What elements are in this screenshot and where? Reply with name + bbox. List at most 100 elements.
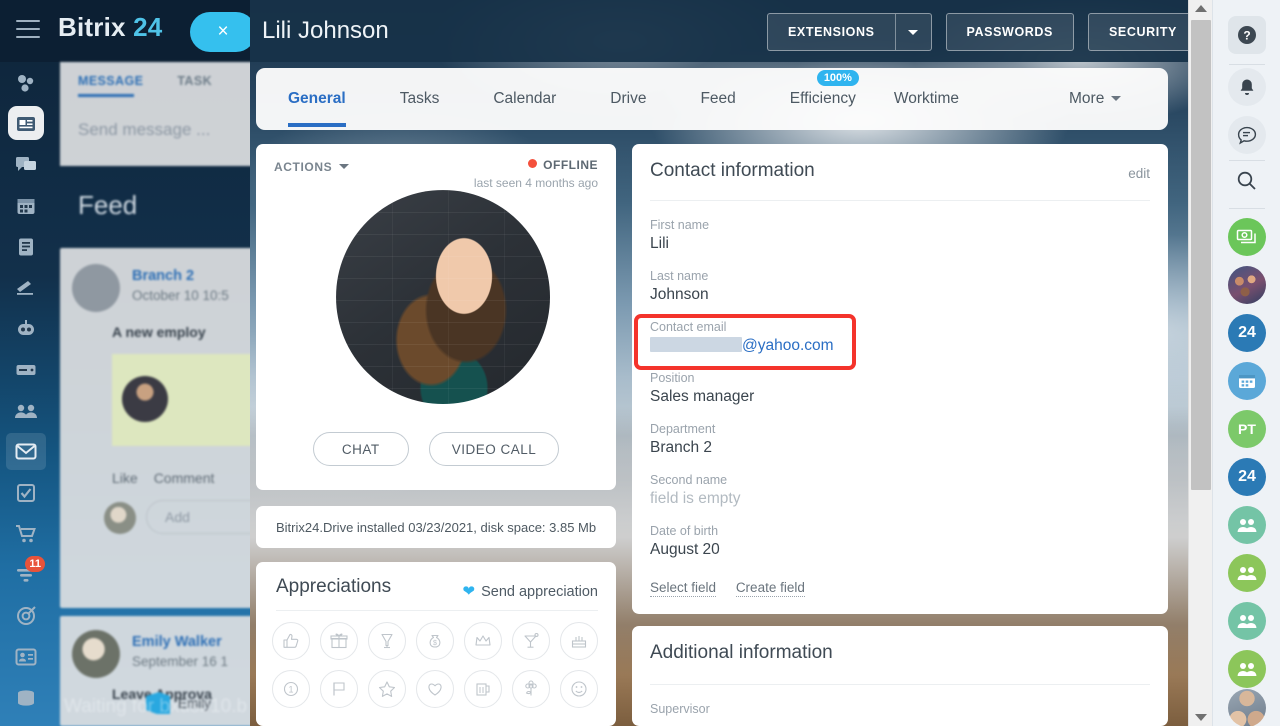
cake-icon[interactable] <box>560 622 598 660</box>
rail-item-bot[interactable] <box>0 308 52 349</box>
rail-item-contacts[interactable] <box>0 636 52 677</box>
tab-feed[interactable]: Feed <box>700 90 735 108</box>
tab-calendar[interactable]: Calendar <box>493 90 556 108</box>
team-button-3[interactable] <box>1213 598 1280 644</box>
calendar-group-button[interactable] <box>1213 358 1280 404</box>
rail-item-documents[interactable] <box>0 226 52 267</box>
divider <box>1229 160 1265 161</box>
post-author[interactable]: Emily Walker <box>132 634 222 650</box>
security-button[interactable]: SECURITY <box>1087 13 1198 51</box>
rail-item-mail[interactable] <box>0 431 52 472</box>
hamburger-menu-icon[interactable] <box>16 20 40 38</box>
rail-item-drive[interactable] <box>0 349 52 390</box>
post-comment-link[interactable]: Comment <box>154 470 215 486</box>
comment-input[interactable]: Add <box>146 500 250 534</box>
chevron-down-icon[interactable] <box>894 14 931 50</box>
pt-group-button[interactable]: PT <box>1213 406 1280 452</box>
flower-icon[interactable] <box>512 670 550 708</box>
thumbs-up-icon[interactable] <box>272 622 310 660</box>
actions-dropdown[interactable]: ACTIONS <box>274 160 350 174</box>
team-button-4[interactable] <box>1213 646 1280 692</box>
chat-button[interactable]: CHAT <box>312 432 409 466</box>
field-value[interactable]: @yahoo.com <box>650 337 834 355</box>
scrollbar-thumb[interactable] <box>1191 20 1211 490</box>
bitrix24-button[interactable]: 24 <box>1213 310 1280 356</box>
send-appreciation-label: Send appreciation <box>481 584 598 600</box>
passwords-button[interactable]: PASSWORDS <box>945 13 1074 51</box>
star-icon[interactable] <box>368 670 406 708</box>
crown-icon[interactable] <box>464 622 502 660</box>
gift-icon[interactable] <box>320 622 358 660</box>
rail-item-news-feed[interactable] <box>0 103 52 144</box>
last-seen-text: last seen 4 months ago <box>473 176 598 190</box>
smiley-icon[interactable] <box>560 670 598 708</box>
profile-avatar[interactable] <box>336 190 550 404</box>
field-value: Johnson <box>650 286 709 303</box>
message-composer[interactable]: MESSAGE TASK Send message ... <box>60 62 250 166</box>
group-photo-button[interactable] <box>1213 262 1280 308</box>
avatar-photo <box>336 190 550 404</box>
team-button-2[interactable] <box>1213 550 1280 596</box>
rail-item-target[interactable] <box>0 595 52 636</box>
scroll-down-arrow-icon[interactable] <box>1189 709 1213 726</box>
tab-efficiency[interactable]: 100% Efficiency <box>790 70 859 108</box>
money-bag-icon[interactable]: $ <box>416 622 454 660</box>
feed-post-1[interactable]: Branch 2 October 10 10:5 A new employ Li… <box>60 248 250 608</box>
trophy-icon[interactable] <box>368 622 406 660</box>
tab-worktime[interactable]: Worktime <box>894 90 959 108</box>
rail-item-crm[interactable]: 11 <box>0 554 52 595</box>
page-scrollbar[interactable] <box>1188 0 1212 726</box>
post-like-link[interactable]: Like <box>112 470 138 486</box>
notifications-button[interactable] <box>1213 68 1280 106</box>
rail-item-shop[interactable] <box>0 513 52 554</box>
live-feed-icon <box>15 72 37 94</box>
rail-item-calendar[interactable] <box>0 185 52 226</box>
drive-icon <box>15 362 37 378</box>
rail-item-groups[interactable] <box>0 390 52 431</box>
status-text: OFFLINE <box>543 158 598 172</box>
field-label: First name <box>650 218 710 232</box>
field-department: Department Branch 2 <box>650 422 715 457</box>
create-field-link[interactable]: Create field <box>735 580 805 597</box>
field-links: Select field Create field <box>650 580 821 597</box>
flag-icon[interactable] <box>320 670 358 708</box>
edit-link[interactable]: edit <box>1128 166 1150 181</box>
user-avatar-group-button[interactable] <box>1213 689 1280 726</box>
composer-tab-message[interactable]: MESSAGE <box>78 74 143 88</box>
number-one-icon[interactable]: 1 <box>272 670 310 708</box>
rail-item-chat[interactable] <box>0 144 52 185</box>
message-input-placeholder[interactable]: Send message ... <box>78 120 210 140</box>
extensions-button[interactable]: EXTENSIONS <box>766 13 932 51</box>
field-label: Position <box>650 371 695 385</box>
tab-general[interactable]: General <box>288 90 346 108</box>
tab-tasks-label: Tasks <box>399 90 440 107</box>
invoices-button[interactable] <box>1213 214 1280 260</box>
post-author[interactable]: Branch 2 <box>132 268 194 284</box>
team-button-1[interactable] <box>1213 502 1280 548</box>
video-call-button[interactable]: VIDEO CALL <box>428 432 560 466</box>
browser-status-text: Waiting for bxusb10.b <box>64 696 248 717</box>
heart-icon[interactable] <box>416 670 454 708</box>
rail-item-inventory[interactable] <box>0 677 52 718</box>
beer-mug-icon[interactable] <box>464 670 502 708</box>
tab-tasks[interactable]: Tasks <box>400 90 440 108</box>
cocktail-icon[interactable] <box>512 622 550 660</box>
bitrix24-group-button[interactable]: 24 <box>1213 454 1280 500</box>
tab-drive[interactable]: Drive <box>610 90 646 108</box>
tab-more[interactable]: More <box>1069 90 1122 108</box>
contact-information-title: Contact information <box>650 160 815 181</box>
drive-info-card: Bitrix24.Drive installed 03/23/2021, dis… <box>256 506 616 548</box>
rail-item-tasks[interactable] <box>0 472 52 513</box>
send-appreciation-link[interactable]: ❤ Send appreciation <box>463 582 598 600</box>
help-button[interactable]: ? <box>1213 8 1280 62</box>
composer-tab-task[interactable]: TASK <box>177 74 212 88</box>
scroll-up-arrow-icon[interactable] <box>1189 0 1213 17</box>
search-button[interactable] <box>1213 164 1280 202</box>
rail-item-sign[interactable] <box>0 267 52 308</box>
select-field-link[interactable]: Select field <box>650 580 717 597</box>
appreciation-row-2: 1 <box>272 670 598 708</box>
rail-item-live-feed[interactable] <box>0 62 52 103</box>
mail-icon <box>15 443 37 460</box>
rail-item-marketing[interactable] <box>0 718 52 726</box>
messages-button[interactable] <box>1213 116 1280 154</box>
